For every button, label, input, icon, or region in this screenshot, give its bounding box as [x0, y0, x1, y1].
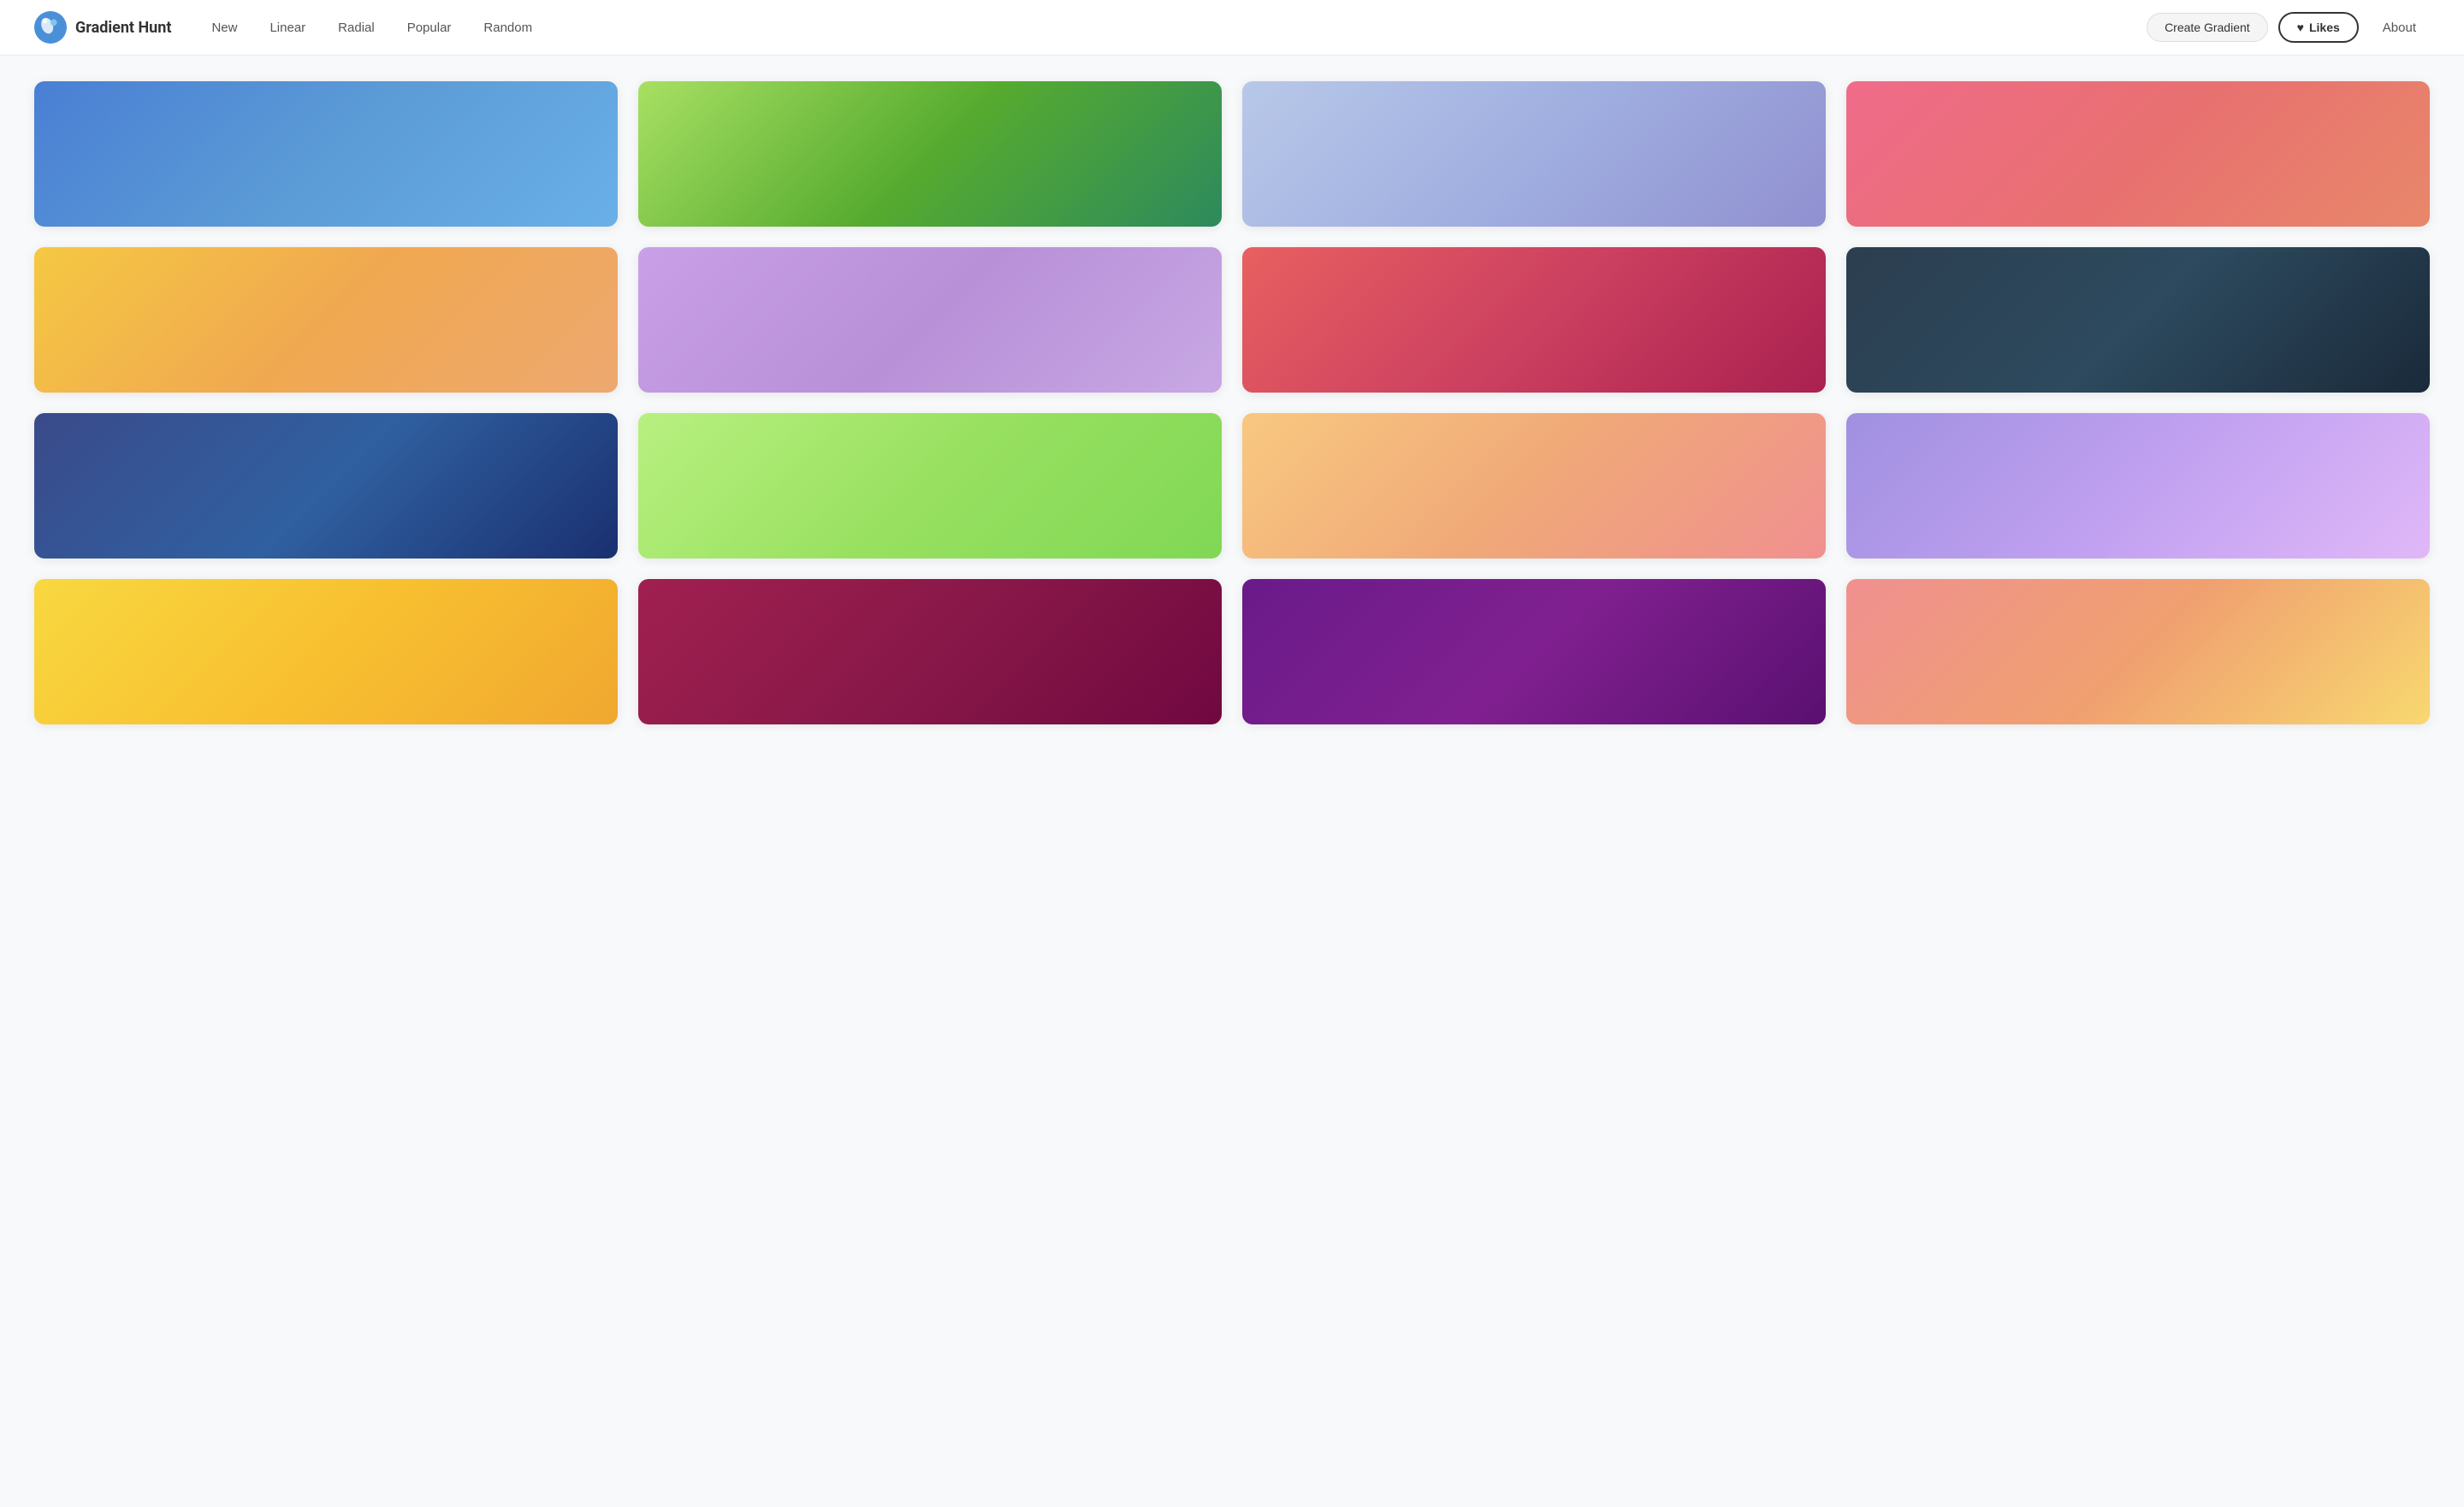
about-button[interactable]: About	[2369, 14, 2430, 42]
heart-icon: ♥	[2297, 21, 2304, 34]
gradient-swatch	[638, 81, 1222, 227]
gradient-card[interactable]	[1242, 247, 1826, 393]
gradient-card[interactable]	[1242, 579, 1826, 724]
gradient-grid	[34, 81, 2430, 724]
nav-random[interactable]: Random	[469, 15, 547, 41]
gradient-swatch	[1846, 81, 2430, 227]
gradient-swatch	[34, 413, 618, 558]
gradient-card[interactable]	[34, 81, 618, 227]
gradient-card[interactable]	[638, 579, 1222, 724]
gradient-card[interactable]	[638, 247, 1222, 393]
gradient-card[interactable]	[1846, 247, 2430, 393]
nav-radial[interactable]: Radial	[323, 15, 389, 41]
gradient-card[interactable]	[1846, 81, 2430, 227]
gradient-card[interactable]	[1846, 579, 2430, 724]
logo[interactable]: Gradient Hunt	[34, 11, 171, 44]
main-content	[0, 56, 2464, 750]
gradient-swatch	[1242, 247, 1826, 393]
gradient-swatch	[1846, 413, 2430, 558]
main-nav: New Linear Radial Popular Random	[197, 15, 2147, 41]
nav-new[interactable]: New	[197, 15, 252, 41]
create-gradient-button[interactable]: Create Gradient	[2147, 13, 2268, 42]
gradient-card[interactable]	[1846, 413, 2430, 558]
nav-linear[interactable]: Linear	[255, 15, 320, 41]
gradient-swatch	[1242, 579, 1826, 724]
logo-text: Gradient Hunt	[75, 19, 171, 37]
gradient-swatch	[638, 247, 1222, 393]
gradient-swatch	[34, 247, 618, 393]
gradient-card[interactable]	[34, 579, 618, 724]
gradient-swatch	[638, 413, 1222, 558]
gradient-swatch	[34, 81, 618, 227]
gradient-swatch	[1242, 413, 1826, 558]
logo-icon	[34, 11, 67, 44]
gradient-card[interactable]	[638, 81, 1222, 227]
gradient-swatch	[34, 579, 618, 724]
header-right: Create Gradient ♥ Likes About	[2147, 12, 2430, 43]
gradient-card[interactable]	[34, 413, 618, 558]
gradient-swatch	[638, 579, 1222, 724]
gradient-card[interactable]	[1242, 81, 1826, 227]
nav-popular[interactable]: Popular	[393, 15, 466, 41]
gradient-swatch	[1242, 81, 1826, 227]
gradient-card[interactable]	[34, 247, 618, 393]
gradient-card[interactable]	[638, 413, 1222, 558]
header: Gradient Hunt New Linear Radial Popular …	[0, 0, 2464, 56]
gradient-swatch	[1846, 579, 2430, 724]
gradient-card[interactable]	[1242, 413, 1826, 558]
likes-button[interactable]: ♥ Likes	[2278, 12, 2359, 43]
likes-label: Likes	[2309, 21, 2340, 34]
gradient-swatch	[1846, 247, 2430, 393]
